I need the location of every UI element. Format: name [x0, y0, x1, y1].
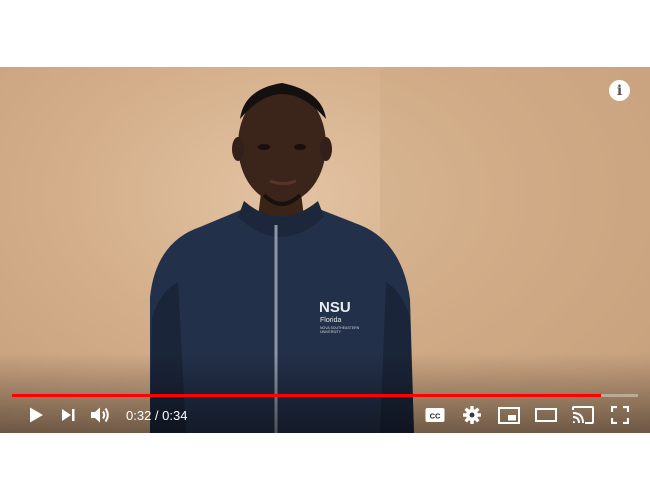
info-icon[interactable]: i [609, 80, 630, 101]
miniplayer-button[interactable] [490, 400, 527, 430]
video-player[interactable]: NSU Florida NOVA SOUTHEASTERN UNIVERSITY… [0, 67, 650, 433]
cast-icon [571, 406, 594, 424]
right-controls: CC [416, 400, 638, 430]
theater-mode-icon [534, 408, 557, 422]
progress-played [12, 394, 602, 397]
volume-icon [91, 407, 109, 423]
time-separator: / [151, 407, 163, 423]
control-bar: 0:32 / 0:34 CC [0, 400, 650, 430]
play-icon [30, 407, 43, 423]
progress-bar[interactable] [12, 394, 638, 397]
cast-button[interactable] [564, 400, 601, 430]
next-button[interactable] [52, 400, 84, 430]
volume-button[interactable] [84, 400, 116, 430]
jacket-logo-sub1: Florida [320, 317, 342, 324]
settings-gear-icon [462, 406, 481, 424]
jacket-logo-sub3: UNIVERSITY [320, 330, 342, 334]
current-time: 0:32 [126, 407, 152, 423]
captions-icon: CC [425, 408, 444, 422]
left-controls: 0:32 / 0:34 [20, 400, 187, 430]
time-display: 0:32 / 0:34 [126, 408, 187, 423]
fullscreen-button[interactable] [601, 400, 638, 430]
next-icon [62, 409, 75, 421]
captions-button[interactable]: CC [416, 400, 453, 430]
theater-mode-button[interactable] [527, 400, 564, 430]
settings-button[interactable] [453, 400, 490, 430]
page: NSU Florida NOVA SOUTHEASTERN UNIVERSITY… [0, 0, 650, 500]
play-button[interactable] [20, 400, 52, 430]
fullscreen-icon [610, 406, 629, 424]
miniplayer-icon [497, 406, 520, 424]
duration: 0:34 [162, 407, 188, 423]
jacket-logo: NSU [319, 299, 351, 316]
svg-text:CC: CC [429, 411, 440, 420]
